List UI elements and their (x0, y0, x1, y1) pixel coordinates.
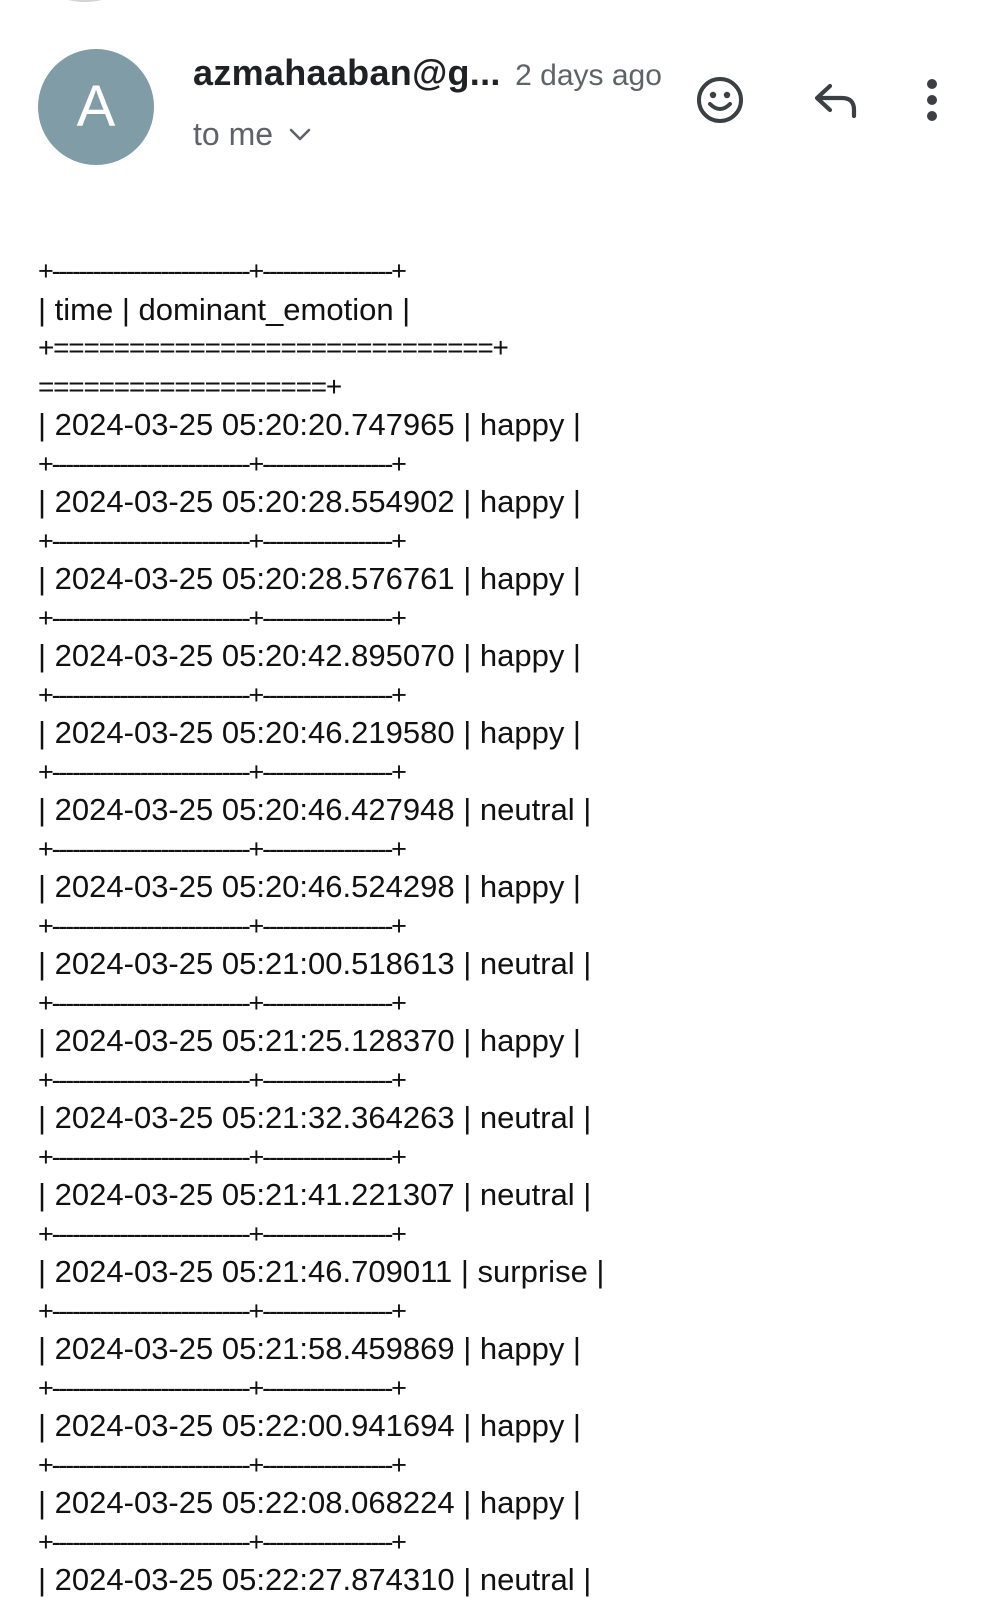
body-line: +-----------------------------+---------… (38, 756, 407, 787)
body-line: | 2024-03-25 05:20:28.576761 | happy | (38, 561, 581, 596)
avatar-letter: A (76, 74, 116, 139)
body-line: +-----------------------------+---------… (38, 679, 407, 710)
body-line: | 2024-03-25 05:21:00.518613 | neutral | (38, 946, 592, 981)
body-line: +=============================+ (38, 332, 509, 363)
more-vert-icon (927, 79, 937, 121)
body-line: ===================+ (38, 370, 342, 402)
body-line: | 2024-03-25 05:20:28.554902 | happy | (38, 484, 581, 519)
body-line: +-----------------------------+---------… (38, 1141, 407, 1172)
message-timestamp: 2 days ago (515, 59, 662, 92)
body-line: +-----------------------------+---------… (38, 1218, 407, 1249)
body-line: | 2024-03-25 05:22:08.068224 | happy | (38, 1485, 581, 1520)
body-line: | 2024-03-25 05:20:46.524298 | happy | (38, 869, 581, 904)
message-body: +-----------------------------+---------… (38, 252, 968, 1600)
message-header: A azmahaaban@g... 2 days ago to me (0, 0, 989, 200)
smiley-icon (697, 77, 743, 123)
body-line: | 2024-03-25 05:22:00.941694 | happy | (38, 1408, 581, 1443)
body-line: | 2024-03-25 05:22:27.874310 | neutral | (38, 1562, 592, 1597)
body-line: | 2024-03-25 05:20:46.427948 | neutral | (38, 792, 592, 827)
body-line: | 2024-03-25 05:21:58.459869 | happy | (38, 1331, 581, 1366)
body-line: +-----------------------------+---------… (38, 987, 407, 1018)
body-line: | 2024-03-25 05:20:20.747965 | happy | (38, 407, 581, 442)
body-line: | time | dominant_emotion | (38, 291, 411, 327)
reply-icon (814, 83, 857, 119)
reply-button[interactable] (808, 72, 864, 128)
body-line: | 2024-03-25 05:21:46.709011 | surprise … (38, 1254, 605, 1289)
avatar[interactable]: A (38, 49, 154, 165)
body-line: +-----------------------------+---------… (38, 525, 407, 556)
sender-name[interactable]: azmahaaban@g... (193, 52, 501, 93)
add-reaction-button[interactable] (692, 72, 748, 128)
more-options-button[interactable] (912, 72, 952, 128)
recipient-label: to me (193, 116, 274, 152)
body-line: | 2024-03-25 05:21:41.221307 | neutral | (38, 1177, 592, 1212)
body-line: +-----------------------------+---------… (38, 1526, 407, 1557)
body-line: | 2024-03-25 05:20:42.895070 | happy | (38, 638, 581, 673)
body-line: | 2024-03-25 05:20:46.219580 | happy | (38, 715, 581, 750)
body-line: +-----------------------------+---------… (38, 1064, 407, 1095)
recipient-details-toggle[interactable]: to me (193, 116, 311, 153)
body-line: | 2024-03-25 05:21:32.364263 | neutral | (38, 1100, 592, 1135)
sender-line: azmahaaban@g... 2 days ago (193, 52, 662, 94)
body-line: +-----------------------------+---------… (38, 1449, 407, 1480)
body-line: +-----------------------------+---------… (38, 910, 407, 941)
body-line: +-----------------------------+---------… (38, 448, 407, 479)
body-line: +-----------------------------+---------… (38, 1372, 407, 1403)
chevron-down-icon (289, 128, 311, 140)
body-line: +-----------------------------+---------… (38, 602, 407, 633)
body-line: +-----------------------------+---------… (38, 1295, 407, 1326)
body-line: +-----------------------------+---------… (38, 833, 407, 864)
body-line: | 2024-03-25 05:21:25.128370 | happy | (38, 1023, 581, 1058)
body-line: +-----------------------------+---------… (38, 256, 407, 286)
